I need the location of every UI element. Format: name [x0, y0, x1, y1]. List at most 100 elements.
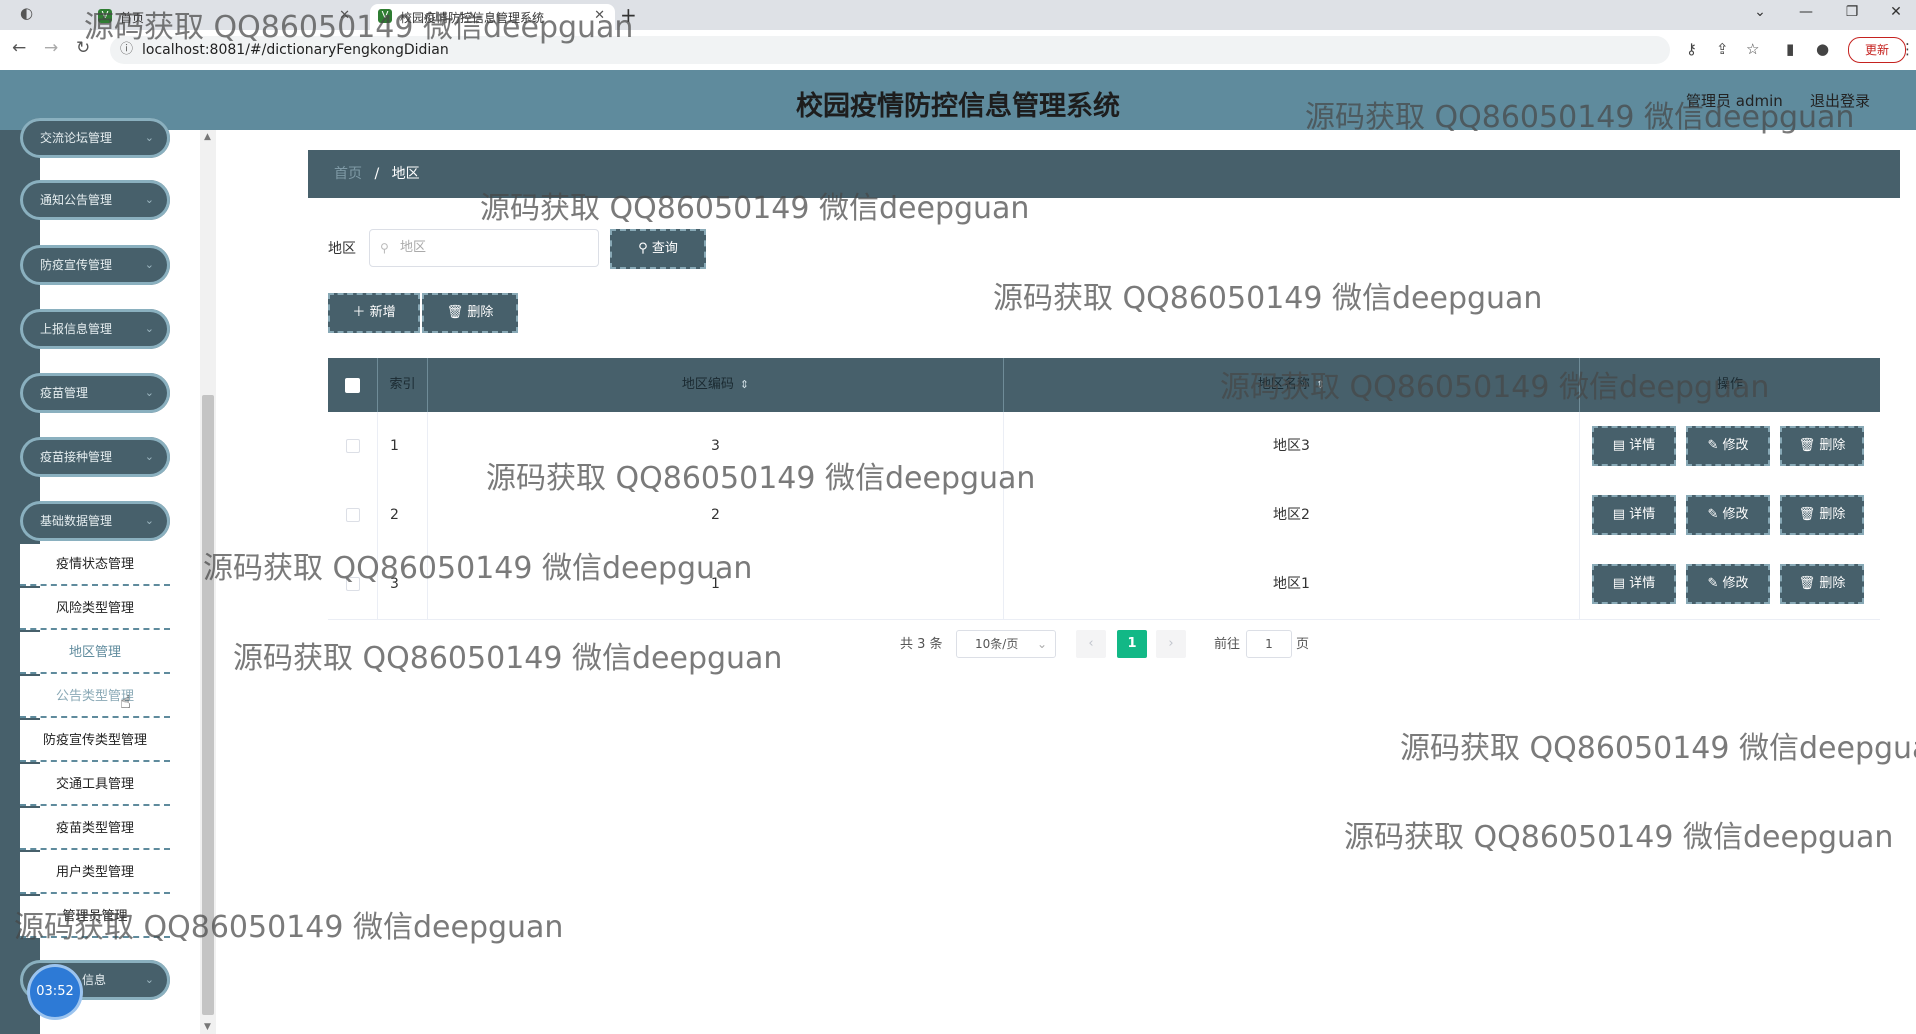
browser-tab-bar: ◐ V 首页 ✕ V 校园疫情防控信息管理系统 ✕ + ⌄ — ❐ ✕ — [0, 0, 1916, 30]
submenu-notice-type[interactable]: 公告类型管理 — [20, 676, 170, 718]
menu-label: 通知公告管理 — [40, 193, 113, 207]
menu-notice[interactable]: 通知公告管理 ⌄ — [20, 180, 170, 220]
site-favicon-icon: V — [98, 9, 112, 23]
scroll-down-icon[interactable]: ▼ — [204, 1022, 211, 1032]
sort-icon[interactable]: ⇕ — [1316, 378, 1325, 391]
address-bar[interactable]: ⓘ localhost:8081/#/dictionaryFengkongDid… — [110, 36, 1670, 64]
table-row: 3 1 地区1 ▤ 详情 ✎ 修改 🗑 删除 — [328, 550, 1880, 620]
detail-label: 详情 — [1629, 507, 1656, 522]
add-button[interactable]: ＋ 新增 — [328, 293, 420, 333]
row-checkbox[interactable] — [346, 439, 360, 453]
logout-link[interactable]: 退出登录 — [1810, 90, 1870, 111]
detail-button[interactable]: ▤ 详情 — [1592, 564, 1676, 604]
restore-icon[interactable]: ❐ — [1832, 4, 1872, 20]
chevron-down-icon: ⌄ — [144, 386, 154, 399]
next-page-button[interactable]: › — [1156, 630, 1186, 658]
menu-vaccination[interactable]: 疫苗接种管理 ⌄ — [20, 437, 170, 477]
close-tab-icon[interactable]: ✕ — [594, 8, 605, 23]
detail-button[interactable]: ▤ 详情 — [1592, 495, 1676, 535]
table-row: 2 2 地区2 ▤ 详情 ✎ 修改 🗑 删除 — [328, 481, 1880, 551]
batch-delete-button[interactable]: 🗑 删除 — [422, 293, 518, 333]
submenu-vaccine-type[interactable]: 疫苗类型管理 — [20, 808, 170, 850]
row-checkbox[interactable] — [346, 577, 360, 591]
update-button[interactable]: 更新 — [1848, 37, 1906, 63]
menu-vaccine[interactable]: 疫苗管理 ⌄ — [20, 373, 170, 413]
new-tab-icon[interactable]: + — [620, 3, 637, 27]
sort-icon[interactable]: ⇕ — [740, 378, 749, 391]
cell-index: 3 — [378, 550, 428, 619]
submenu-admin[interactable]: 管理员管理 — [20, 896, 170, 938]
side-panel-icon[interactable]: ▮ — [1786, 40, 1794, 58]
query-button[interactable]: ⚲ 查询 — [610, 229, 706, 269]
row-checkbox[interactable] — [346, 508, 360, 522]
cell-actions: ▤ 详情 ✎ 修改 🗑 删除 — [1580, 412, 1880, 481]
search-label: 地区 — [328, 241, 356, 257]
document-icon: ▤ — [1612, 507, 1630, 522]
close-window-icon[interactable]: ✕ — [1876, 4, 1916, 20]
breadcrumb-home[interactable]: 首页 — [334, 166, 362, 182]
menu-label: 疫苗管理 — [40, 386, 89, 400]
bookmark-star-icon[interactable]: ☆ — [1746, 40, 1759, 58]
menu-basic-data[interactable]: 基础数据管理 ⌄ — [20, 501, 170, 541]
back-icon[interactable]: ← — [12, 38, 26, 58]
app-header: 校园疫情防控信息管理系统 管理员 admin 退出登录 — [0, 70, 1916, 130]
detail-label: 详情 — [1629, 576, 1656, 591]
header-index: 索引 — [378, 358, 428, 412]
menu-report[interactable]: 上报信息管理 ⌄ — [20, 309, 170, 349]
header-name[interactable]: 地区名称 ⇕ — [1004, 358, 1580, 412]
header-actions: 操作 — [1716, 377, 1743, 392]
password-key-icon[interactable]: ⚷ — [1686, 40, 1697, 58]
tab-search-icon[interactable]: ⌄ — [1740, 4, 1780, 20]
region-search-input[interactable]: ⚲ 地区 — [369, 229, 599, 267]
header-name-label: 地区名称 — [1257, 377, 1310, 392]
page-number-active[interactable]: 1 — [1117, 630, 1147, 658]
edit-button[interactable]: ✎ 修改 — [1686, 564, 1770, 604]
menu-label: 疫苗接种管理 — [40, 450, 113, 464]
header-code[interactable]: 地区编码 ⇕ — [428, 358, 1004, 412]
delete-label: 删除 — [1819, 576, 1846, 591]
scroll-up-icon[interactable]: ▲ — [204, 132, 211, 142]
submenu-transport[interactable]: 交通工具管理 — [20, 764, 170, 806]
browser-tab-home[interactable]: V 首页 ✕ — [90, 4, 360, 30]
delete-button[interactable]: 🗑 删除 — [1780, 564, 1864, 604]
document-icon: ▤ — [1612, 576, 1630, 591]
submenu-epidemic-status[interactable]: 疫情状态管理 — [20, 544, 170, 586]
delete-button[interactable]: 🗑 删除 — [1780, 426, 1864, 466]
submenu-publicity-type[interactable]: 防疫宣传类型管理 — [20, 720, 170, 762]
chevron-down-icon: ⌄ — [144, 973, 154, 986]
cell-code: 2 — [428, 481, 1004, 550]
query-label: 查询 — [651, 241, 678, 256]
menu-publicity[interactable]: 防疫宣传管理 ⌄ — [20, 245, 170, 285]
browser-tab-active[interactable]: V 校园疫情防控信息管理系统 ✕ — [370, 4, 615, 30]
document-icon: ▤ — [1612, 438, 1630, 453]
chrome-menu-icon[interactable]: ◐ — [20, 4, 33, 22]
delete-button[interactable]: 🗑 删除 — [1780, 495, 1864, 535]
pencil-icon: ✎ — [1707, 576, 1723, 591]
select-all-checkbox[interactable] — [345, 378, 360, 393]
minimize-icon[interactable]: — — [1786, 4, 1826, 20]
more-menu-icon[interactable]: ⋮ — [1900, 40, 1915, 58]
submenu-risk-type[interactable]: 风险类型管理 — [20, 588, 170, 630]
share-icon[interactable]: ⇪ — [1716, 40, 1729, 58]
page-size-value: 10条/页 — [975, 637, 1019, 651]
close-tab-icon[interactable]: ✕ — [339, 8, 350, 23]
tab-title: 校园疫情防控信息管理系统 — [400, 10, 545, 25]
edit-label: 修改 — [1722, 507, 1749, 522]
detail-button[interactable]: ▤ 详情 — [1592, 426, 1676, 466]
goto-page-input[interactable]: 1 — [1246, 630, 1292, 658]
menu-forum[interactable]: 交流论坛管理 ⌄ — [20, 118, 170, 158]
edit-button[interactable]: ✎ 修改 — [1686, 426, 1770, 466]
tab-title: 首页 — [120, 10, 145, 25]
edit-button[interactable]: ✎ 修改 — [1686, 495, 1770, 535]
row-select-cell — [328, 412, 378, 481]
site-info-icon[interactable]: ⓘ — [120, 36, 133, 64]
prev-page-button[interactable]: ‹ — [1076, 630, 1106, 658]
page-size-select[interactable]: 10条/页 ⌄ — [956, 630, 1056, 658]
submenu-region[interactable]: 地区管理 — [20, 632, 170, 674]
profile-icon[interactable]: ● — [1816, 40, 1829, 58]
scrollbar-thumb[interactable] — [202, 395, 214, 1015]
cell-name: 地区1 — [1004, 550, 1580, 619]
forward-icon[interactable]: → — [44, 38, 58, 58]
reload-icon[interactable]: ↻ — [76, 38, 90, 58]
submenu-user-type[interactable]: 用户类型管理 — [20, 852, 170, 894]
